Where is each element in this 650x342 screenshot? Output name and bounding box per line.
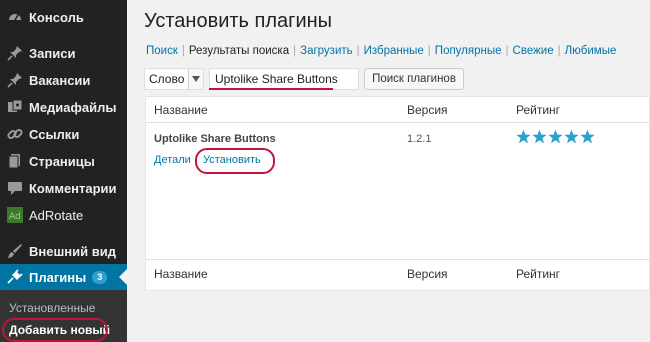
- page-icon: [7, 153, 23, 169]
- submenu-add-new[interactable]: Добавить новый: [9, 323, 110, 337]
- plugin-version: 1.2.1: [407, 133, 432, 145]
- tab-separator: |: [356, 45, 360, 57]
- tab-popular[interactable]: Популярные: [435, 45, 502, 57]
- tab-upload[interactable]: Загрузить: [300, 45, 353, 57]
- menu-item-comments[interactable]: Комментарии: [0, 175, 127, 201]
- tab-separator: |: [427, 45, 431, 57]
- dashboard-icon: [7, 9, 23, 25]
- column-footer-rating: Рейтинг: [516, 267, 561, 281]
- plugin-name: Uptolike Share Buttons: [154, 133, 276, 145]
- pin-icon: [7, 45, 23, 61]
- plugin-details-link[interactable]: Детали: [154, 154, 191, 166]
- menu-label: Медиафайлы: [29, 99, 117, 115]
- admin-sidebar: Консоль Записи Вакансии Медиафайлы Ссылк…: [0, 0, 127, 342]
- column-footer-name: Название: [154, 267, 208, 281]
- search-type-value: Слово: [149, 72, 185, 86]
- plugin-icon: [7, 269, 23, 285]
- plugin-update-badge: 3: [92, 270, 108, 284]
- menu-item-plugins[interactable]: Плагины 3: [0, 264, 127, 290]
- chevron-down-icon: [188, 69, 203, 89]
- plugin-search-input[interactable]: Uptolike Share Buttons: [209, 68, 359, 90]
- menu-label: Консоль: [29, 9, 84, 25]
- page-title: Установить плагины: [144, 10, 333, 32]
- tab-separator: |: [505, 45, 509, 57]
- column-header-version: Версия: [407, 103, 448, 117]
- star-icon: [516, 129, 531, 144]
- tab-separator: |: [181, 45, 185, 57]
- menu-label: Ссылки: [29, 126, 80, 142]
- tab-favorites[interactable]: Любимые: [565, 45, 617, 57]
- brush-icon: [7, 243, 23, 259]
- tab-search-results[interactable]: Результаты поиска: [189, 45, 289, 57]
- menu-item-appearance[interactable]: Внешний вид: [0, 238, 127, 264]
- current-menu-pointer: [119, 269, 127, 285]
- star-icon: [564, 129, 579, 144]
- tab-separator: |: [293, 45, 297, 57]
- search-type-select[interactable]: Слово: [144, 68, 204, 90]
- media-icon: [7, 99, 23, 115]
- footer-divider: [146, 259, 650, 260]
- search-tabs: Поиск | Результаты поиска | Загрузить | …: [146, 45, 616, 57]
- plugin-install-link[interactable]: Установить: [203, 154, 261, 166]
- adrotate-icon: Ad: [7, 207, 23, 223]
- menu-label: Внешний вид: [29, 243, 116, 259]
- menu-item-adrotate[interactable]: Ad AdRotate: [0, 202, 127, 228]
- plugin-rating-stars: [516, 129, 595, 144]
- link-icon: [7, 126, 23, 142]
- menu-label: Записи: [29, 45, 76, 61]
- column-header-rating: Рейтинг: [516, 103, 561, 117]
- pin-icon: [7, 72, 23, 88]
- column-header-name: Название: [154, 103, 208, 117]
- tab-separator: |: [557, 45, 561, 57]
- menu-label: Комментарии: [29, 180, 117, 196]
- tab-featured[interactable]: Избранные: [364, 45, 424, 57]
- menu-label: Вакансии: [29, 72, 91, 88]
- tab-search[interactable]: Поиск: [146, 45, 178, 57]
- star-icon: [532, 129, 547, 144]
- submenu-installed[interactable]: Установленные: [9, 301, 95, 315]
- tab-newest[interactable]: Свежие: [513, 45, 554, 57]
- search-plugins-button[interactable]: Поиск плагинов: [364, 68, 464, 90]
- menu-item-vacancies[interactable]: Вакансии: [0, 67, 127, 93]
- star-icon: [580, 129, 595, 144]
- menu-item-pages[interactable]: Страницы: [0, 148, 127, 174]
- plugin-results-table: Название Версия Рейтинг Uptolike Share B…: [145, 96, 650, 291]
- star-icon: [548, 129, 563, 144]
- svg-text:Ad: Ad: [9, 212, 21, 222]
- menu-label: Плагины: [29, 269, 87, 285]
- menu-item-posts[interactable]: Записи: [0, 40, 127, 66]
- menu-item-console[interactable]: Консоль: [0, 4, 127, 30]
- comment-icon: [7, 180, 23, 196]
- menu-item-media[interactable]: Медиафайлы: [0, 94, 127, 120]
- menu-label: AdRotate: [29, 207, 84, 223]
- menu-label: Страницы: [29, 153, 95, 169]
- highlight-underline-search: [209, 88, 333, 90]
- menu-item-links[interactable]: Ссылки: [0, 121, 127, 147]
- header-divider: [146, 122, 650, 123]
- plugins-submenu: Установленные Добавить новый: [0, 290, 127, 342]
- column-footer-version: Версия: [407, 267, 448, 281]
